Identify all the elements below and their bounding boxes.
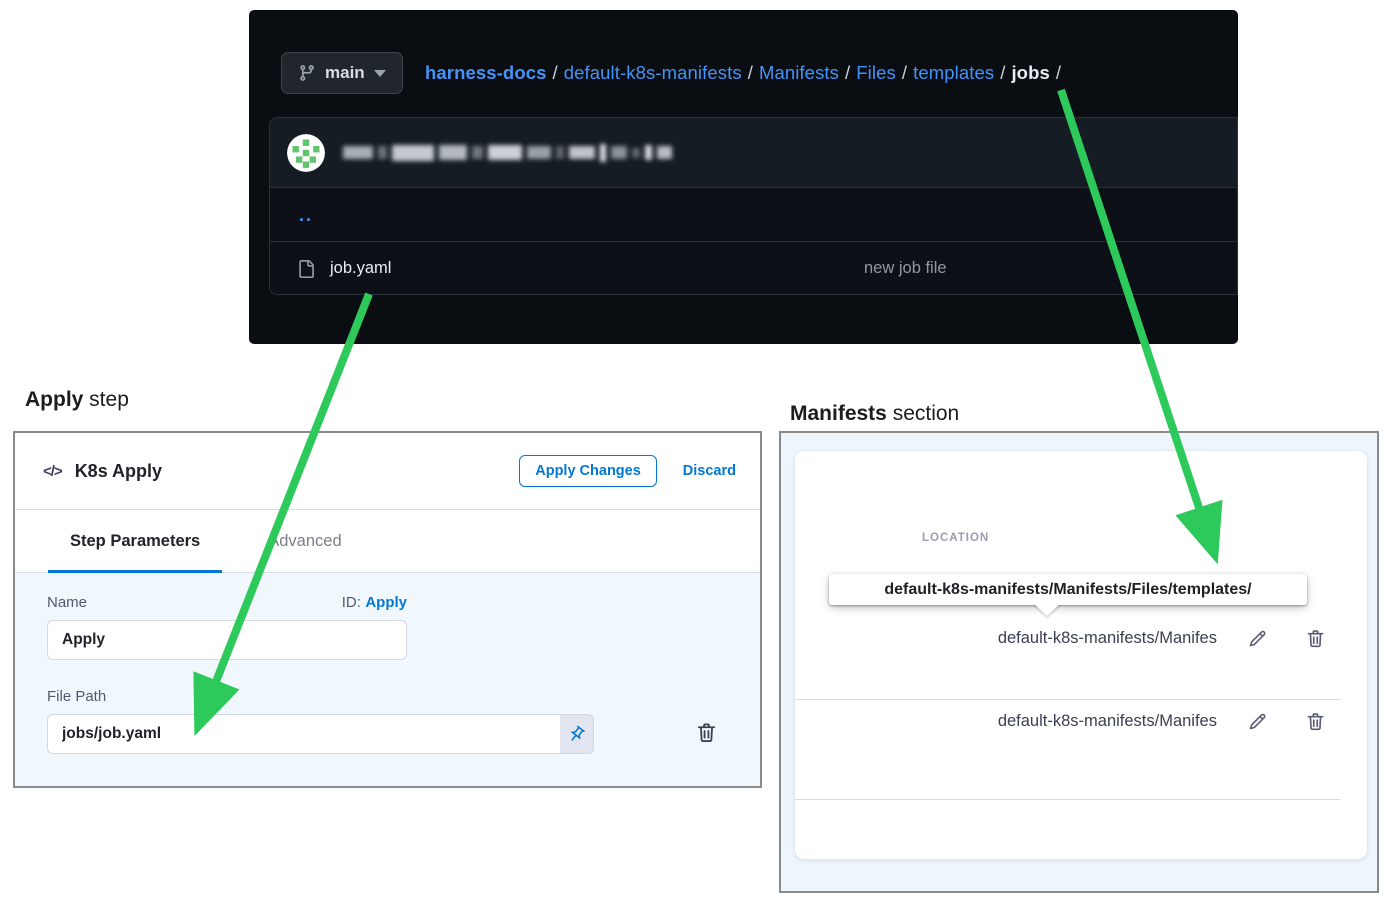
manifests-section-panel: LOCATION default-k8s-manifests/Manifes [779,431,1379,893]
row-divider [795,699,1340,700]
trash-icon [695,721,718,744]
apply-step-caption-rest: step [83,388,129,411]
manifests-caption-bold: Manifests [790,402,887,425]
manifest-row-location[interactable]: default-k8s-manifests/Manifes [881,712,1217,731]
redacted-commit-message [343,144,672,162]
pencil-icon [1247,711,1268,732]
manifests-caption-rest: section [887,402,959,425]
id-label: ID: [342,594,361,611]
file-list-table: .. job.yaml new job file [269,117,1238,295]
row-divider [795,799,1340,800]
breadcrumb-separator: / [742,62,759,83]
manifests-section-caption: Manifests section [790,402,959,426]
step-tabs: Step Parameters Advanced [15,510,760,573]
name-field-label: Name [47,594,87,611]
screenshot-canvas: main harness-docs/default-k8s-manifests/… [0,0,1385,921]
breadcrumb-current-jobs: jobs [1011,62,1049,83]
step-panel-header: </> K8s Apply Apply Changes Discard [15,433,760,510]
delete-manifest-button[interactable] [1305,711,1326,732]
edit-manifest-button[interactable] [1247,628,1268,649]
edit-manifest-button[interactable] [1247,711,1268,732]
manifests-card [795,451,1367,859]
tab-advanced[interactable]: Advanced [246,510,363,572]
branch-selector-button[interactable]: main [281,52,403,94]
fixed-value-pin-button[interactable] [560,714,594,754]
file-row-job-yaml[interactable]: job.yaml new job file [270,242,1237,295]
id-value-link[interactable]: Apply [365,594,407,611]
tooltip-caret [1033,603,1061,616]
parent-directory-link[interactable]: .. [299,210,313,220]
apply-changes-button[interactable]: Apply Changes [519,455,657,487]
tab-step-parameters[interactable]: Step Parameters [48,510,222,572]
location-column-header: LOCATION [922,532,989,544]
file-name-link[interactable]: job.yaml [330,259,391,278]
file-path-input-group [47,714,594,754]
github-file-browser-panel: main harness-docs/default-k8s-manifests/… [249,10,1238,344]
step-id: ID: Apply [342,594,407,612]
file-icon [297,260,315,278]
git-branch-icon [298,64,316,82]
chevron-down-icon [374,70,386,77]
file-path-field-label: File Path [47,688,106,705]
latest-commit-row[interactable] [270,118,1237,188]
name-input[interactable] [47,620,407,660]
apply-step-caption: Apply step [25,388,129,412]
breadcrumb-separator: / [547,62,564,83]
breadcrumb-separator: / [839,62,856,83]
k8s-apply-step-panel: </> K8s Apply Apply Changes Discard Step… [13,431,762,788]
delete-file-path-button[interactable] [695,721,718,744]
discard-button[interactable]: Discard [683,463,736,479]
breadcrumb-link-default-k8s-manifests[interactable]: default-k8s-manifests [564,62,742,83]
avatar[interactable] [287,134,325,172]
commit-message-link[interactable]: new job file [864,259,947,278]
delete-manifest-button[interactable] [1305,628,1326,649]
pushpin-icon [567,725,586,744]
breadcrumb-separator: / [1050,62,1067,83]
pencil-icon [1247,628,1268,649]
breadcrumb-separator: / [896,62,913,83]
file-path-input[interactable] [47,714,560,754]
manifest-row-location[interactable]: default-k8s-manifests/Manifes [881,629,1217,648]
trash-icon [1305,628,1326,649]
trash-icon [1305,711,1326,732]
location-tooltip: default-k8s-manifests/Manifests/Files/te… [829,574,1307,605]
breadcrumb-link-manifests[interactable]: Manifests [759,62,839,83]
branch-name-label: main [325,63,365,83]
step-panel-title: K8s Apply [75,461,162,482]
breadcrumb-link-templates[interactable]: templates [913,62,994,83]
breadcrumb-repo-link[interactable]: harness-docs [425,62,547,83]
breadcrumb: harness-docs/default-k8s-manifests/Manif… [425,61,1067,85]
breadcrumb-link-files[interactable]: Files [856,62,896,83]
code-icon: </> [43,463,62,480]
step-parameters-form: Name ID: Apply File Path [15,573,760,786]
apply-step-caption-bold: Apply [25,388,83,411]
breadcrumb-separator: / [994,62,1011,83]
parent-directory-row[interactable]: .. [270,188,1237,242]
